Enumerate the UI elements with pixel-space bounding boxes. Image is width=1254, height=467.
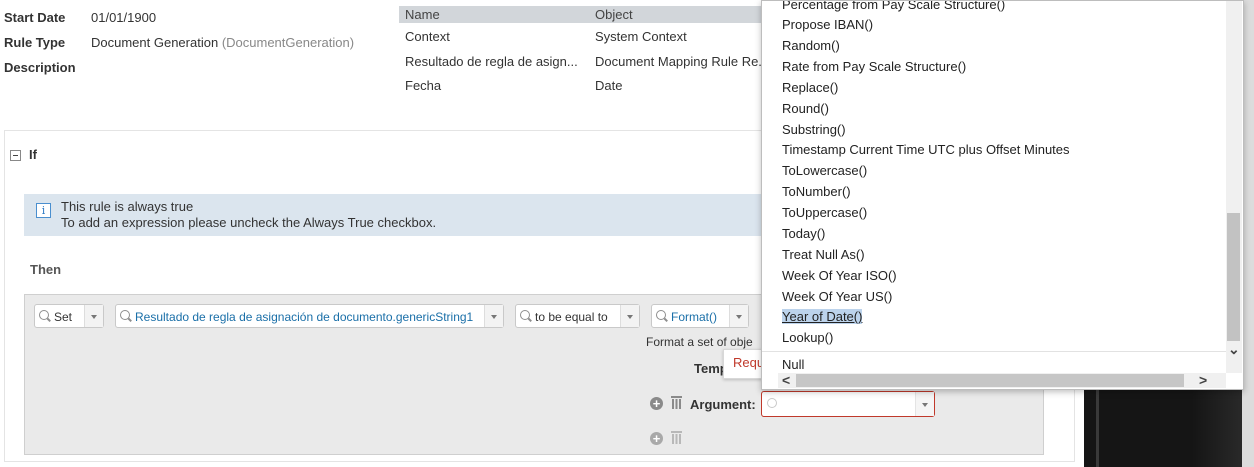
background-photo (1084, 388, 1254, 467)
rule-type-value: Document Generation (DocumentGeneration) (91, 35, 354, 50)
tooltip-text: Requ (733, 355, 765, 370)
description-label: Description (4, 60, 76, 75)
function-value: Format() (671, 310, 717, 324)
add-expression-icon[interactable]: + (650, 432, 663, 445)
dropdown-option[interactable]: Lookup() (782, 330, 833, 345)
dropdown-option[interactable]: Propose IBAN() (782, 17, 873, 32)
dropdown-option[interactable]: Treat Null As() (782, 247, 865, 262)
dropdown-option[interactable]: Percentage from Pay Scale Structure() (782, 1, 1005, 12)
delete-expression-icon[interactable] (671, 431, 682, 444)
variable-object-cell: System Context (595, 29, 687, 44)
set-combo-value: Set (54, 310, 73, 324)
search-icon (520, 310, 530, 320)
column-header-name: Name (405, 7, 440, 22)
if-section-title: If (29, 147, 37, 162)
dropdown-option[interactable]: ToUppercase() (782, 205, 867, 220)
rule-type-code: (DocumentGeneration) (221, 35, 355, 50)
set-combo[interactable]: Set (34, 304, 104, 328)
dropdown-option[interactable]: Rate from Pay Scale Structure() (782, 59, 966, 74)
dropdown-option[interactable]: Timestamp Current Time UTC plus Offset M… (782, 142, 1070, 157)
selected-option-label: Year of Date() (782, 309, 863, 324)
info-icon: i (36, 203, 51, 218)
target-field-combo[interactable]: Resultado de regla de asignación de docu… (115, 304, 504, 328)
dropdown-option[interactable]: Today() (782, 226, 825, 241)
function-dropdown-list[interactable]: Percentage from Pay Scale Structure() Pr… (761, 0, 1244, 390)
variable-name-cell: Resultado de regla de asign... (405, 54, 578, 69)
dropdown-arrow-icon[interactable] (915, 392, 934, 416)
dropdown-option-selected[interactable]: Year of Date() (782, 309, 863, 324)
dropdown-option[interactable]: ToLowercase() (782, 163, 867, 178)
scroll-right-icon[interactable]: > (1199, 373, 1207, 387)
delete-icon[interactable] (671, 396, 682, 409)
start-date-label: Start Date (4, 10, 66, 25)
operator-combo[interactable]: to be equal to (515, 304, 640, 328)
dropdown-arrow-icon[interactable] (84, 305, 103, 327)
dropdown-arrow-icon[interactable] (729, 305, 748, 327)
variable-name-cell: Context (405, 29, 450, 44)
target-field-value: Resultado de regla de asignación de docu… (135, 310, 474, 324)
vertical-scrollbar-thumb[interactable] (1227, 213, 1240, 341)
add-argument-icon[interactable]: + (650, 397, 663, 410)
dropdown-option[interactable]: Replace() (782, 80, 838, 95)
operator-value: to be equal to (535, 310, 608, 324)
collapse-icon[interactable] (10, 150, 21, 161)
dropdown-separator (762, 351, 1227, 352)
rule-type-label: Rule Type (4, 35, 66, 50)
search-icon (767, 398, 777, 408)
scroll-left-icon[interactable]: < (782, 373, 790, 387)
variables-table-header: Name Object (399, 6, 761, 23)
dropdown-arrow-icon[interactable] (620, 305, 639, 327)
search-icon (656, 310, 666, 320)
search-icon (120, 310, 130, 320)
function-combo[interactable]: Format() (651, 304, 749, 328)
dropdown-option[interactable]: Substring() (782, 122, 846, 137)
variable-name-cell: Fecha (405, 78, 442, 93)
horizontal-scrollbar-thumb[interactable] (796, 374, 1184, 387)
then-section-title: Then (30, 262, 62, 277)
argument-label: Argument: (690, 397, 756, 412)
dropdown-option[interactable]: Random() (782, 38, 840, 53)
search-icon (39, 310, 49, 320)
rule-type-name: Document Generation (91, 35, 219, 50)
dropdown-option[interactable]: Week Of Year US() (782, 289, 892, 304)
dropdown-option[interactable]: Week Of Year ISO() (782, 268, 897, 283)
dropdown-option[interactable]: Round() (782, 101, 829, 116)
column-header-object: Object (595, 7, 633, 22)
dropdown-option-null[interactable]: Null (782, 357, 804, 372)
info-line-1: This rule is always true (61, 199, 194, 214)
dropdown-arrow-icon[interactable] (484, 305, 503, 327)
dropdown-option[interactable]: ToNumber() (782, 184, 851, 199)
info-line-2: To add an expression please uncheck the … (61, 215, 437, 230)
variable-object-cell: Document Mapping Rule Re... (595, 54, 770, 69)
scroll-down-icon[interactable]: ⌄ (1228, 342, 1240, 356)
start-date-value: 01/01/1900 (91, 10, 157, 25)
format-description: Format a set of obje (646, 335, 753, 349)
variable-object-cell: Date (595, 78, 623, 93)
argument-input[interactable] (761, 391, 935, 417)
